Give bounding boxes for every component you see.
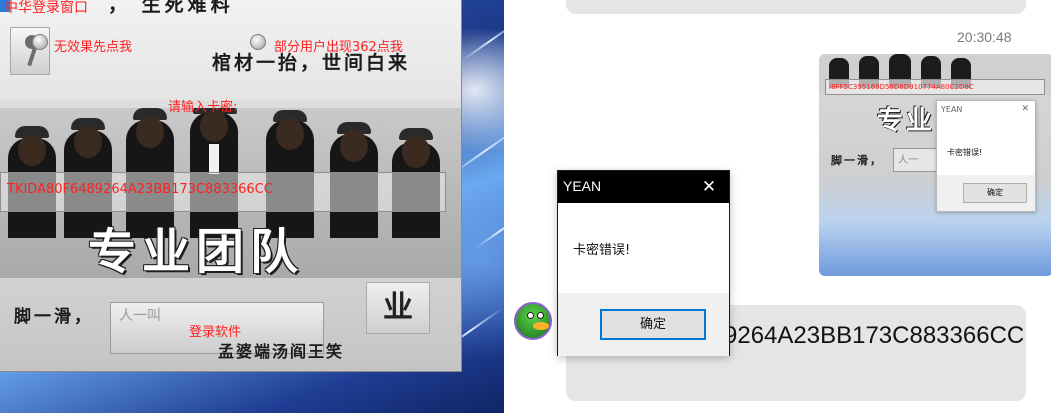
- duck-beak-icon: [533, 322, 549, 330]
- no-effect-radio[interactable]: [32, 34, 48, 50]
- close-icon[interactable]: ✕: [697, 175, 721, 199]
- slogan-top: ， 生死难料: [108, 0, 234, 16]
- card-key-input[interactable]: TKIDA80F6489264A23BB173C883366CC: [0, 172, 446, 212]
- thumbnail-error-dialog: YEAN ✕ 卡密错误! 确定: [936, 100, 1036, 212]
- error-message-box: YEAN ✕ 卡密错误! 确定: [557, 170, 730, 356]
- thumbnail-ok-button: 确定: [963, 183, 1027, 203]
- mengpo-slogan: 孟婆端汤阎王笑: [218, 342, 345, 361]
- users-362-label[interactable]: 部分用户出现362点我: [274, 36, 403, 55]
- card-key-label: 请输入卡密:: [168, 100, 238, 115]
- thumbnail-slip-text: 脚一滑，: [831, 154, 883, 167]
- screenshot-message-image[interactable]: I8FF5C395169D58D8D910774A80C2D8C 专业 脚一滑，…: [819, 54, 1051, 276]
- login-window: 中华登录窗口 ， 生死难料 棺材一抬，世间白来 无效果先点我 部分用户出现362…: [0, 0, 462, 372]
- message-box-title: YEAN: [563, 178, 602, 194]
- message-timestamp: 20:30:48: [957, 29, 1012, 45]
- dancer-icon-body: [27, 47, 37, 67]
- ye-tile-button[interactable]: 业: [366, 282, 430, 334]
- thumbnail-dialog-message: 卡密错误!: [947, 148, 983, 157]
- avatar[interactable]: [514, 302, 552, 340]
- thumbnail-card-input: I8FF5C395169D58D8D910774A80C2D8C: [825, 79, 1045, 95]
- thumbnail-dialog-title: YEAN: [941, 105, 963, 114]
- team-banner: 专业团队: [88, 224, 305, 280]
- thumbnail-dialog-footer: 确定: [937, 175, 1035, 211]
- users-362-radio[interactable]: [250, 34, 266, 50]
- no-effect-label[interactable]: 无效果先点我: [54, 36, 132, 55]
- duck-eye-icon: [537, 312, 544, 319]
- chat-bubble-text: 9264A23BB173C883366CC: [724, 322, 1025, 349]
- thumbnail-close-icon: ✕: [1021, 104, 1029, 114]
- login-button-background-text: 人一叫: [119, 308, 161, 324]
- duck-eye-icon: [527, 312, 534, 319]
- window-title: 中华登录窗口: [4, 0, 88, 16]
- message-box-text: 卡密错误!: [573, 243, 631, 258]
- slip-slogan: 脚一滑，: [14, 307, 94, 327]
- thumbnail-banner: 专业: [877, 106, 936, 136]
- message-box-footer: 确定: [558, 293, 729, 356]
- ok-button[interactable]: 确定: [600, 309, 706, 340]
- message-box-titlebar: YEAN ✕: [558, 171, 729, 203]
- chat-bubble-previous: [566, 0, 1026, 14]
